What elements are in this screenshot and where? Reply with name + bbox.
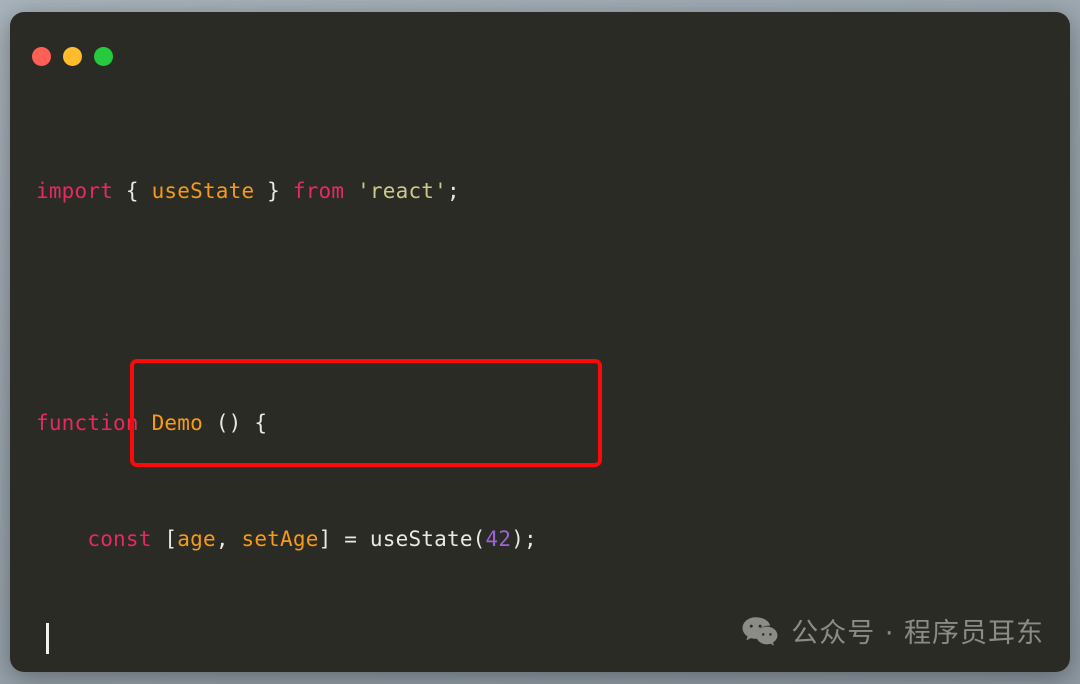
code-content[interactable]: import { useState } from 'react'; functi… bbox=[10, 90, 1070, 672]
watermark-text: 公众号 · 程序员耳东 bbox=[791, 618, 1044, 649]
token-keyword-function: function bbox=[36, 411, 139, 435]
text-cursor bbox=[46, 623, 49, 654]
token-keyword-const: const bbox=[87, 527, 152, 551]
code-line-1: import { useState } from 'react'; bbox=[36, 177, 1044, 206]
window-controls bbox=[32, 47, 113, 66]
minimize-button-icon[interactable] bbox=[63, 47, 82, 66]
code-line-4: const [age, setAge] = useState(42); bbox=[36, 525, 1044, 554]
code-editor-window: import { useState } from 'react'; functi… bbox=[10, 12, 1070, 672]
code-line-3: function Demo () { bbox=[36, 409, 1044, 438]
token-number-42: 42 bbox=[485, 527, 512, 551]
token-identifier-usestate: useState bbox=[151, 179, 255, 203]
token-punct: ; bbox=[447, 179, 460, 203]
token-punct: [ bbox=[151, 527, 178, 551]
token-keyword-import: import bbox=[36, 179, 114, 203]
token-identifier-setage: setAge bbox=[241, 527, 319, 551]
app-root: import { useState } from 'react'; functi… bbox=[0, 0, 1080, 684]
maximize-button-icon[interactable] bbox=[94, 47, 113, 66]
token-identifier-age: age bbox=[177, 527, 216, 551]
token-keyword-from: from bbox=[292, 179, 345, 203]
token-string-react: 'react' bbox=[357, 179, 447, 203]
watermark: 公众号 · 程序员耳东 bbox=[742, 611, 1044, 650]
close-button-icon[interactable] bbox=[32, 47, 51, 66]
window-titlebar[interactable] bbox=[10, 12, 1070, 78]
token-punct: , bbox=[215, 527, 242, 551]
token-punct: ); bbox=[511, 527, 537, 551]
token-identifier-demo: Demo bbox=[138, 411, 216, 435]
token-punct: ] = useState( bbox=[318, 527, 486, 551]
wechat-icon bbox=[742, 616, 778, 646]
token-punct: () { bbox=[215, 411, 268, 435]
token-punct: { bbox=[113, 179, 152, 203]
token-punct: } bbox=[254, 179, 293, 203]
